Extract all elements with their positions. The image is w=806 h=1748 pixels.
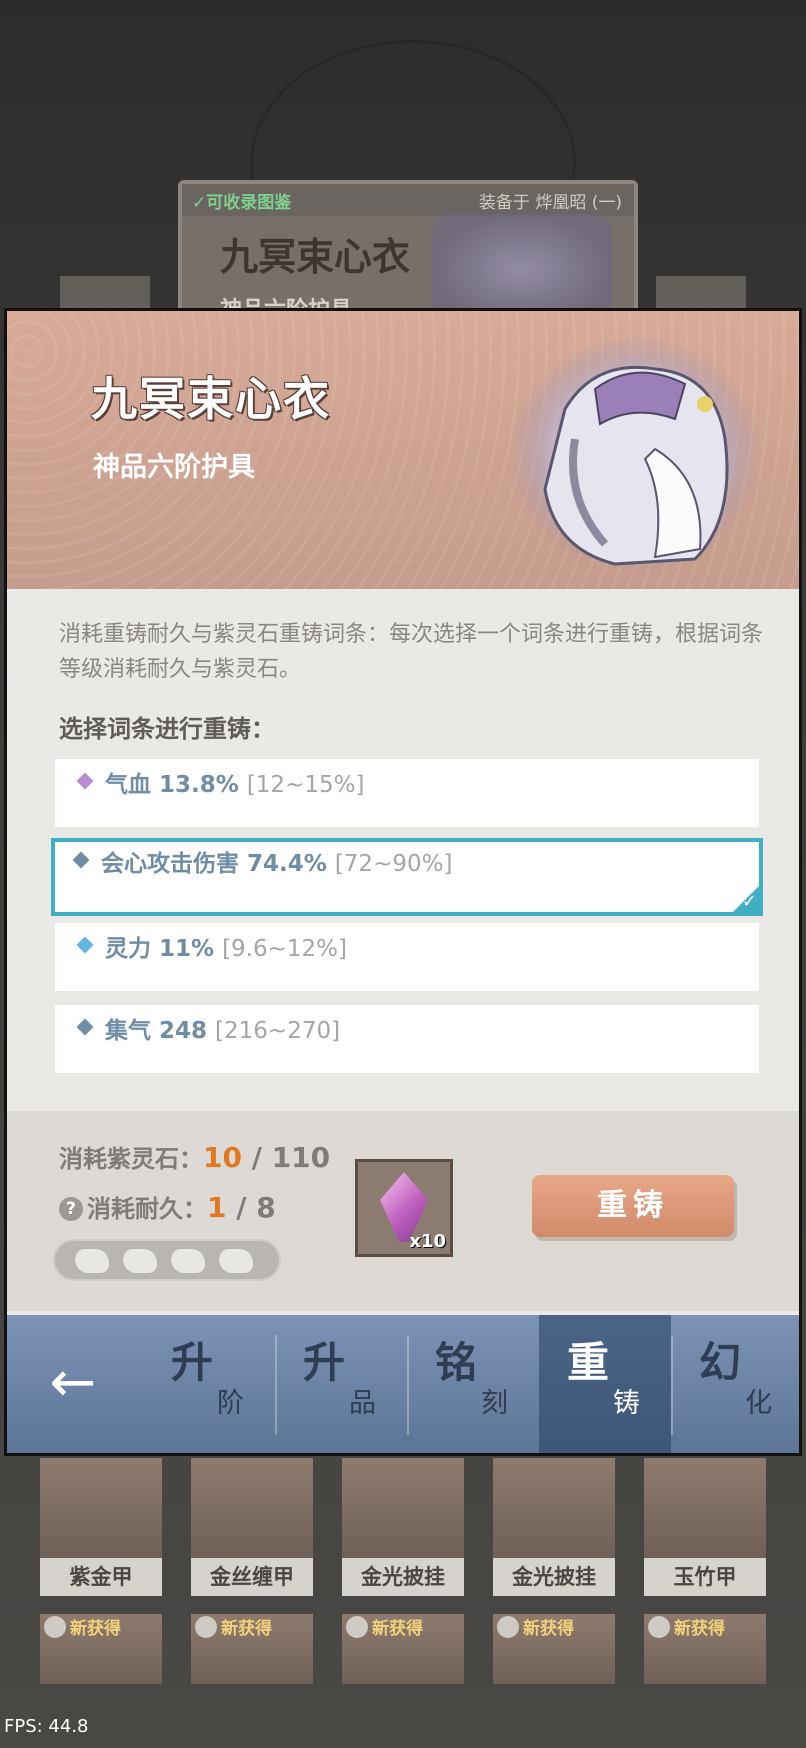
durability-cost: 消耗耐久：1 / 8 <box>87 1189 276 1224</box>
recast-panel: 九冥束心衣 神品六阶护具 消耗重铸耐久与紫灵石重铸词条：每次选择一个词条进行重铸… <box>4 308 802 1456</box>
armor-icon <box>497 1616 519 1638</box>
durability-cost-label: 消耗耐久： <box>87 1195 207 1223</box>
stone-quantity: x10 <box>409 1231 446 1252</box>
diamond-icon <box>72 851 90 869</box>
durability-cost-total: / 8 <box>226 1191 276 1224</box>
affix-value: 灵力 11% <box>105 936 215 962</box>
equipment-slot-new[interactable]: 新获得 <box>644 1614 766 1684</box>
check-icon: ✓ <box>741 891 757 912</box>
stone-cost-total: / 110 <box>241 1141 331 1174</box>
new-badge: 新获得 <box>523 1619 574 1639</box>
affix-value: 气血 13.8% <box>105 772 239 798</box>
affix-range: [12~15%] <box>246 772 365 798</box>
affix-option[interactable]: 气血 13.8% [12~15%] <box>55 759 759 827</box>
equipment-slot-new[interactable]: 新获得 <box>493 1614 615 1684</box>
help-icon[interactable]: ? <box>59 1197 83 1221</box>
durability-pip-icon <box>75 1249 109 1273</box>
armor-icon <box>346 1616 368 1638</box>
tab-upgrade-quality[interactable]: 升品 <box>275 1315 407 1453</box>
affix-option[interactable]: 集气 248 [216~270] <box>55 1005 759 1073</box>
tab-small-char: 阶 <box>217 1388 244 1419</box>
equipment-slot[interactable]: 金光披挂 <box>342 1458 464 1598</box>
affix-label: 会心攻击伤害 74.4% [72~90%] <box>101 844 452 878</box>
equipment-slot[interactable]: 紫金甲 <box>40 1458 162 1598</box>
tab-small-char: 刻 <box>481 1388 508 1419</box>
fps-counter: FPS: 44.8 <box>4 1716 89 1737</box>
tab-big-char: 升 <box>171 1338 214 1387</box>
tab-engrave[interactable]: 铭刻 <box>407 1315 539 1453</box>
equipment-name: 紫金甲 <box>40 1558 162 1596</box>
tab-big-char: 重 <box>567 1338 610 1387</box>
tab-upgrade-level[interactable]: 升阶 <box>143 1315 275 1453</box>
durability-pip-icon <box>123 1249 157 1273</box>
collect-label-text: 可收录图鉴 <box>206 193 292 213</box>
affix-range: [72~90%] <box>334 851 453 877</box>
background-item-card: ✓可收录图鉴 装备于 烨凰昭 (一) 九冥束心衣 神品六阶护具 <box>178 180 638 328</box>
stone-cost-current: 10 <box>203 1141 242 1174</box>
select-affix-title: 选择词条进行重铸： <box>59 715 275 743</box>
affix-range: [9.6~12%] <box>222 936 347 962</box>
equipment-slot-new[interactable]: 新获得 <box>342 1614 464 1684</box>
equipment-slot-new[interactable]: 新获得 <box>191 1614 313 1684</box>
equipment-name: 金光披挂 <box>342 1558 464 1596</box>
new-badge: 新获得 <box>221 1619 272 1639</box>
tab-bar: ← 升阶 升品 铭刻 重铸 幻化 <box>7 1315 799 1453</box>
affix-label: 集气 248 [216~270] <box>105 1011 340 1045</box>
equipment-slot[interactable]: 玉竹甲 <box>644 1458 766 1598</box>
tab-big-char: 升 <box>303 1338 346 1387</box>
item-header: 九冥束心衣 神品六阶护具 <box>7 311 799 589</box>
affix-value: 集气 248 <box>105 1018 208 1044</box>
equipment-image <box>342 1458 464 1558</box>
tab-small-char: 品 <box>349 1388 376 1419</box>
affix-option-selected[interactable]: 会心攻击伤害 74.4% [72~90%] ✓ <box>51 838 763 916</box>
tab-big-char: 幻 <box>699 1338 742 1387</box>
durability-cost-current: 1 <box>207 1191 227 1224</box>
affix-label: 气血 13.8% [12~15%] <box>105 765 364 799</box>
tab-small-char: 化 <box>745 1388 772 1419</box>
equipment-slot[interactable]: 金光披挂 <box>493 1458 615 1598</box>
equipment-image <box>493 1458 615 1558</box>
durability-pip-icon <box>219 1249 253 1273</box>
armor-icon <box>648 1616 670 1638</box>
purple-stone-slot[interactable]: x10 <box>355 1159 453 1257</box>
back-arrow-icon[interactable]: ← <box>33 1343 113 1423</box>
recast-description: 消耗重铸耐久与紫灵石重铸词条：每次选择一个词条进行重铸，根据词条等级消耗耐久与紫… <box>59 622 764 682</box>
armor-icon <box>44 1616 66 1638</box>
tab-recast[interactable]: 重铸 <box>539 1315 671 1453</box>
equipment-slot[interactable]: 金丝缠甲 <box>191 1458 313 1598</box>
diamond-icon <box>76 772 94 790</box>
equipment-name: 金光披挂 <box>493 1558 615 1596</box>
equipped-by-label: 装备于 烨凰昭 (一) <box>478 193 622 213</box>
durability-pips <box>53 1239 281 1281</box>
armor-icon <box>195 1616 217 1638</box>
diamond-icon <box>76 1018 94 1036</box>
item-name: 九冥束心衣 <box>91 372 331 426</box>
stone-cost: 消耗紫灵石：10 / 110 <box>59 1139 330 1174</box>
affix-value: 会心攻击伤害 74.4% <box>101 851 327 877</box>
equipment-name: 金丝缠甲 <box>191 1558 313 1596</box>
diamond-icon <box>76 936 94 954</box>
affix-label: 灵力 11% [9.6~12%] <box>105 929 347 963</box>
card-item-name: 九冥束心衣 <box>220 234 411 279</box>
item-grade: 神品六阶护具 <box>93 452 255 483</box>
armor-illustration <box>510 336 760 572</box>
equipment-image <box>644 1458 766 1558</box>
tab-transform[interactable]: 幻化 <box>671 1315 799 1453</box>
tab-small-char: 铸 <box>613 1388 640 1419</box>
stone-cost-label: 消耗紫灵石： <box>59 1145 203 1173</box>
equipment-image <box>191 1458 313 1558</box>
tab-big-char: 铭 <box>435 1338 478 1387</box>
new-badge: 新获得 <box>674 1619 725 1639</box>
collect-check-icon: ✓ <box>192 193 207 213</box>
equipment-name: 玉竹甲 <box>644 1558 766 1596</box>
new-badge: 新获得 <box>70 1619 121 1639</box>
recast-button[interactable]: 重铸 <box>532 1175 734 1237</box>
affix-option[interactable]: 灵力 11% [9.6~12%] <box>55 923 759 991</box>
equipment-image <box>40 1458 162 1558</box>
durability-pip-icon <box>171 1249 205 1273</box>
new-badge: 新获得 <box>372 1619 423 1639</box>
equipment-slot-new[interactable]: 新获得 <box>40 1614 162 1684</box>
collectible-label: ✓可收录图鉴 <box>192 188 291 213</box>
affix-range: [216~270] <box>215 1018 341 1044</box>
